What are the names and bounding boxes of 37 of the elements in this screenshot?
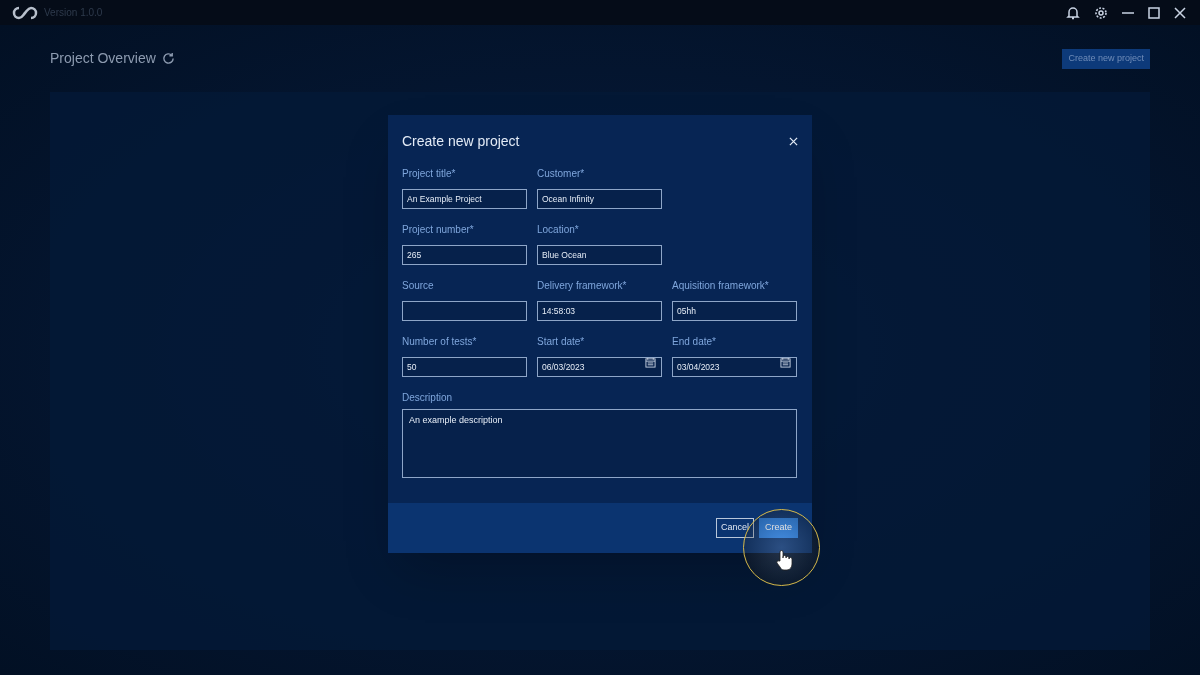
refresh-icon[interactable] bbox=[161, 52, 175, 65]
minimize-icon[interactable] bbox=[1122, 11, 1134, 14]
field-label: End date* bbox=[672, 335, 717, 347]
field-label: Location* bbox=[537, 223, 580, 235]
input-field[interactable]: 265 bbox=[402, 245, 527, 265]
description-field[interactable]: An example description bbox=[402, 409, 797, 478]
close-icon[interactable] bbox=[1174, 6, 1186, 19]
input-field[interactable]: 14:58:03 bbox=[537, 301, 662, 321]
input-field[interactable]: An Example Project bbox=[402, 189, 527, 209]
field-label: Description bbox=[402, 391, 454, 403]
logo-icon bbox=[12, 5, 38, 20]
cancel-button[interactable]: Cancel bbox=[715, 518, 754, 538]
field-label: Start date* bbox=[537, 335, 586, 347]
calendar-icon[interactable] bbox=[780, 357, 791, 368]
date-field[interactable]: 06/03/2023 bbox=[537, 357, 662, 377]
field-label: Project number* bbox=[402, 223, 475, 235]
field-label: Customer* bbox=[537, 167, 586, 179]
hand-cursor-icon bbox=[775, 549, 793, 571]
field-label: Delivery framework* bbox=[537, 279, 628, 291]
notification-bell-icon[interactable] bbox=[1066, 5, 1080, 20]
field-label: Aquisition framework* bbox=[672, 279, 770, 291]
input-field[interactable]: Ocean Infinity bbox=[537, 189, 662, 209]
dialog-title: Create new project bbox=[402, 132, 520, 151]
field-label: Source bbox=[402, 279, 435, 291]
date-field[interactable]: 03/04/2023 bbox=[672, 357, 797, 377]
input-field[interactable]: 50 bbox=[402, 357, 527, 377]
field-label: Number of tests* bbox=[402, 335, 478, 347]
create-button[interactable]: Create bbox=[759, 518, 798, 538]
input-field[interactable] bbox=[402, 301, 527, 321]
settings-icon[interactable] bbox=[1094, 5, 1108, 20]
field-label: Project title* bbox=[402, 167, 457, 179]
close-icon[interactable] bbox=[789, 137, 798, 146]
page-title: Project Overview bbox=[50, 49, 156, 68]
maximize-icon[interactable] bbox=[1148, 6, 1160, 19]
input-field[interactable]: Blue Ocean bbox=[537, 245, 662, 265]
calendar-icon[interactable] bbox=[645, 357, 656, 368]
input-field[interactable]: 05hh bbox=[672, 301, 797, 321]
